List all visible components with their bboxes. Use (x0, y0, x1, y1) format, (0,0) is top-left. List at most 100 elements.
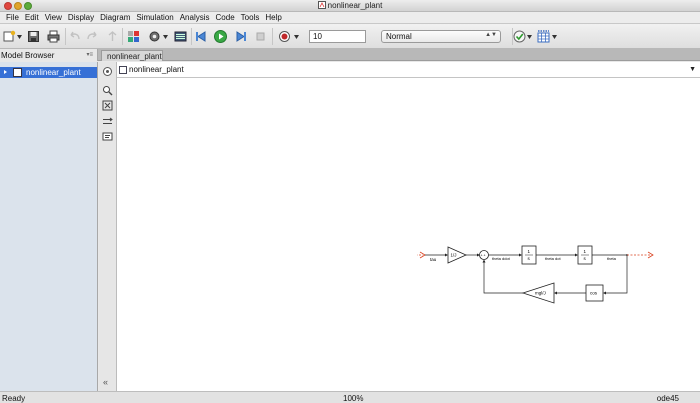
run-button[interactable] (214, 30, 227, 43)
magnifier-icon (103, 86, 113, 96)
zoom-level: 100% (343, 394, 364, 403)
address-dropdown-icon[interactable]: ▼ (689, 66, 696, 73)
model-advisor-button[interactable] (513, 30, 526, 43)
menu-analysis[interactable]: Analysis (180, 13, 210, 22)
zoom-button[interactable] (102, 85, 113, 96)
menu-tools[interactable]: Tools (241, 13, 260, 22)
build-dropdown-icon[interactable] (552, 35, 557, 39)
address-bar: nonlinear_plant ▼ (117, 62, 700, 78)
signal-label-tau: tau (430, 257, 437, 262)
connect-arrow-button[interactable] (102, 116, 113, 127)
gain-block-mgl-over-j[interactable]: mgl/J (521, 282, 555, 304)
integrator-block-2[interactable]: 1 s (577, 245, 593, 265)
print-button[interactable] (47, 30, 60, 43)
block-diagram: tau 1/J + + theta ddot 1 s theta dot 1 s… (417, 245, 654, 304)
up-arrow-icon (108, 31, 117, 41)
hide-browser-button[interactable] (102, 66, 113, 77)
collapse-palette-icon[interactable]: « (103, 377, 108, 387)
svg-text:mgl/J: mgl/J (535, 291, 546, 296)
up-to-parent-button[interactable] (106, 30, 119, 43)
sum-block[interactable]: + + (479, 250, 489, 260)
model-configuration-button[interactable] (148, 30, 161, 43)
save-icon (28, 31, 39, 42)
undo-button[interactable] (68, 30, 81, 43)
build-button[interactable] (537, 30, 550, 43)
menu-code[interactable]: Code (216, 13, 235, 22)
play-icon (214, 30, 227, 43)
address-path[interactable]: nonlinear_plant (129, 65, 184, 74)
model-icon (13, 68, 22, 77)
annotation-button[interactable] (102, 131, 113, 142)
model-browser-panel: nonlinear_plant (0, 62, 98, 391)
svg-text:+ +: + + (481, 254, 486, 258)
menu-help[interactable]: Help (265, 13, 281, 22)
library-browser-button[interactable] (127, 30, 140, 43)
model-browser-header: Model Browser ▾≡ (0, 49, 98, 61)
new-model-button[interactable] (3, 30, 16, 43)
step-forward-button[interactable] (234, 30, 247, 43)
tab-nonlinear-plant[interactable]: nonlinear_plant (101, 50, 163, 61)
menu-simulation[interactable]: Simulation (136, 13, 173, 22)
build-grid-icon (537, 30, 550, 43)
status-text: Ready (2, 394, 26, 403)
stop-time-input[interactable]: 10 (309, 30, 366, 43)
menu-bar: File Edit View Display Diagram Simulatio… (0, 12, 700, 24)
signal-label-theta-ddot: theta ddot (492, 256, 511, 261)
gain-block-1-over-j[interactable]: 1/J (447, 246, 467, 264)
tree-item-nonlinear-plant[interactable]: nonlinear_plant (0, 67, 97, 78)
model-browser-title: Model Browser (1, 51, 55, 60)
solver-name[interactable]: ode45 (657, 394, 679, 403)
simulation-mode-select[interactable]: Normal ▲▼ (381, 30, 501, 43)
cos-function-block[interactable]: cos (585, 284, 604, 302)
menu-view[interactable]: View (45, 13, 62, 22)
checkmark-icon (513, 30, 526, 43)
stop-icon (256, 32, 265, 41)
menu-file[interactable]: File (6, 13, 19, 22)
record-dropdown-icon[interactable] (294, 35, 299, 39)
tab-strip: Model Browser ▾≡ nonlinear_plant (0, 49, 700, 61)
menu-diagram[interactable]: Diagram (100, 13, 130, 22)
signal-label-theta-dot: theta dot (545, 256, 561, 261)
undo-icon (70, 31, 80, 40)
panel-menu-icon[interactable]: ▾≡ (86, 51, 93, 58)
eye-icon (103, 67, 112, 76)
integrator-block-1[interactable]: 1 s (521, 245, 537, 265)
window-title-bar: nonlinear_plant (0, 0, 700, 12)
menu-edit[interactable]: Edit (25, 13, 39, 22)
gear-icon (149, 31, 160, 42)
tree-item-label: nonlinear_plant (26, 68, 81, 77)
record-button[interactable] (278, 30, 291, 43)
model-explorer-icon (174, 31, 187, 42)
svg-text:cos: cos (590, 291, 598, 296)
step-back-button[interactable] (195, 30, 208, 43)
menu-display[interactable]: Display (68, 13, 94, 22)
print-icon (47, 30, 60, 43)
library-browser-icon (128, 31, 139, 42)
model-icon (119, 66, 127, 74)
fit-to-view-icon (102, 100, 113, 111)
save-button[interactable] (27, 30, 40, 43)
status-bar: Ready 100% ode45 (0, 391, 700, 403)
tree-expand-icon[interactable] (4, 70, 7, 74)
simulation-mode-value: Normal (386, 32, 412, 41)
new-model-icon (3, 30, 16, 42)
step-back-icon (196, 31, 206, 42)
model-canvas[interactable]: tau 1/J + + theta ddot 1 s theta dot 1 s… (117, 78, 700, 391)
signal-label-theta: theta (607, 256, 617, 261)
model-explorer-button[interactable] (174, 30, 187, 43)
configuration-dropdown-icon[interactable] (163, 35, 168, 39)
canvas-palette: « (99, 62, 117, 391)
arrows-icon (103, 117, 113, 124)
record-icon (279, 31, 290, 42)
model-file-icon (317, 1, 326, 9)
new-dropdown-icon[interactable] (17, 35, 22, 39)
redo-button[interactable] (86, 30, 99, 43)
window-title: nonlinear_plant (327, 1, 383, 10)
redo-icon (87, 31, 97, 40)
stop-button[interactable] (254, 30, 267, 43)
updown-chevron-icon: ▲▼ (485, 32, 497, 38)
advisor-dropdown-icon[interactable] (527, 35, 532, 39)
step-forward-icon (236, 31, 246, 42)
fit-to-view-button[interactable] (102, 100, 113, 111)
svg-text:1/J: 1/J (451, 253, 457, 258)
